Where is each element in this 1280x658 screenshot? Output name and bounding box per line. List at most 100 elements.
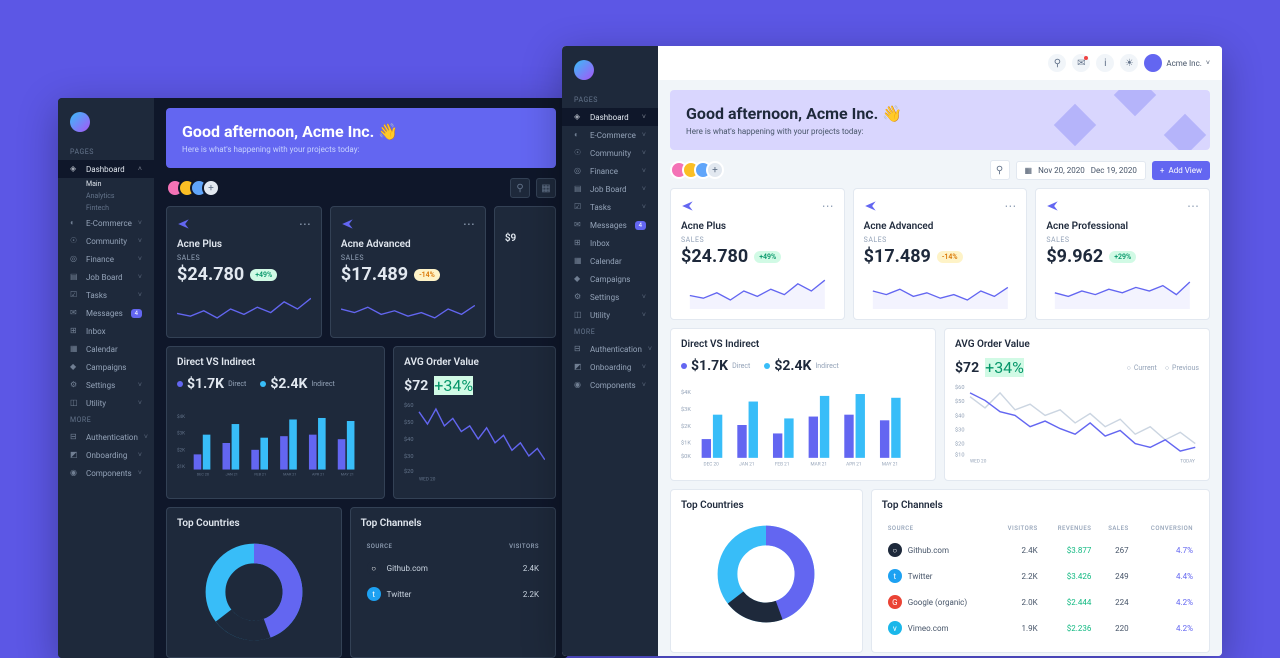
card-title: AVG Order Value [404,357,545,368]
sidebar-item-settings[interactable]: ⚙Settings˅ [562,288,658,306]
sidebar-item-finance[interactable]: ◎Finance˅ [562,162,658,180]
sidebar-item-components[interactable]: ◉Components˅ [58,464,154,482]
card-menu-icon[interactable]: ⋯ [299,217,311,231]
card-sub: Sales [1046,236,1199,244]
card-title: Acne Professional [1046,221,1199,232]
theme-toggle-icon[interactable]: ☀ [1120,54,1138,72]
sidebar-item-auth[interactable]: ⊟Authentication˅ [562,340,658,358]
main-content: Good afternoon, Acme Inc. 👋 Here is what… [154,98,568,658]
sidebar-item-onboarding[interactable]: ◩Onboarding˅ [58,446,154,464]
table-row[interactable]: ○Github.com2.4K [363,556,543,580]
svg-text:FEB 21: FEB 21 [254,472,266,477]
sidebar-item-dashboard[interactable]: ◈Dashboard˄ [58,160,154,178]
sidebar-item-utility[interactable]: ◫Utility˅ [58,394,154,412]
sidebar-item-inbox[interactable]: ⊞Inbox [58,322,154,340]
sidebar-heading: Pages [562,92,658,108]
svg-text:TODAY: TODAY [1180,458,1195,464]
sidebar-sub-analytics[interactable]: Analytics [58,190,154,202]
card-pct: +49% [250,269,277,281]
sidebar-item-messages[interactable]: ✉Messages4 [562,216,658,234]
github-icon: ○ [888,543,902,557]
card-title: Acne Plus [177,239,311,250]
search-icon[interactable]: ⚲ [1048,54,1066,72]
bar-chart: $4K$3K$2K$1K$0K DEC 20JAN 21FEB 21MAR 21… [681,380,925,470]
card-menu-icon[interactable]: ⋯ [1004,199,1016,213]
svg-text:MAR 21: MAR 21 [283,472,296,477]
svg-text:$3K: $3K [681,406,691,413]
sidebar-item-calendar[interactable]: ▦Calendar [562,252,658,270]
table-row[interactable]: vVimeo.com1.9K$2.2362204.2% [884,616,1197,640]
sidebar-item-campaigns[interactable]: ◆Campaigns [562,270,658,288]
sidebar-item-onboarding[interactable]: ◩Onboarding˅ [562,358,658,376]
svg-text:$1K: $1K [177,463,185,470]
date-range-picker[interactable]: ▦Nov 20, 2020Dec 19, 2020 [1016,161,1146,180]
sidebar-item-auth[interactable]: ⊟Authentication˅ [58,428,154,446]
sidebar-item-messages[interactable]: ✉Messages4 [58,304,154,322]
info-icon[interactable]: i [1096,54,1114,72]
sidebar-item-community[interactable]: ☉Community˅ [58,232,154,250]
avatar-icon [1144,54,1162,72]
svg-text:MAY 21: MAY 21 [341,472,354,477]
table-row[interactable]: ○Github.com2.4K$3.8772674.7% [884,538,1197,562]
sidebar-item-ecommerce[interactable]: ◐E-Commerce˅ [562,126,658,144]
channels-card: Top Channels SourceVisitors ○Github.com2… [350,507,556,658]
topbar: ⚲ ✉ i ☀ Acme Inc.˅ [658,46,1222,80]
sidebar-item-jobboard[interactable]: ▤Job Board˅ [58,268,154,286]
avatar-group[interactable]: + [166,179,220,197]
main-content: ⚲ ✉ i ☀ Acme Inc.˅ Good afternoon, Acme … [658,46,1222,656]
line-chart: $60$50$40$30$20$10 WED 20TODAY [955,377,1199,467]
stat-card-plus: ⋯ Acne Plus Sales $24.780+49% [670,188,845,320]
filter-icon[interactable]: ⚲ [990,160,1010,180]
sidebar-item-campaigns[interactable]: ◆Campaigns [58,358,154,376]
sidebar-item-components[interactable]: ◉Components˅ [562,376,658,394]
sidebar-item-settings[interactable]: ⚙Settings˅ [58,376,154,394]
sidebar-item-community[interactable]: ☉Community˅ [562,144,658,162]
logo-icon [574,60,594,80]
svg-text:APR 21: APR 21 [846,461,861,467]
logo-icon [70,112,90,132]
sidebar-item-ecommerce[interactable]: ◐E-Commerce˅ [58,214,154,232]
sidebar-item-tasks[interactable]: ☑Tasks˅ [58,286,154,304]
avg-pct: +34% [985,358,1024,377]
add-view-button[interactable]: +Add View [1152,161,1210,180]
avatar-group[interactable]: + [670,161,724,179]
svg-text:$20: $20 [404,468,413,475]
table-row[interactable]: GGoogle (organic)2.0K$2.4442244.2% [884,590,1197,614]
card-title: Acne Plus [681,221,834,232]
card-menu-icon[interactable]: ⋯ [822,199,834,213]
stat-card-advanced: ⋯ Acne Advanced Sales $17.489-14% [330,206,486,338]
arrow-icon [177,217,191,231]
sidebar-item-jobboard[interactable]: ▤Job Board˅ [562,180,658,198]
sidebar-item-tasks[interactable]: ☑Tasks˅ [562,198,658,216]
legend-previous[interactable]: ○ Previous [1165,364,1199,372]
sidebar-item-dashboard[interactable]: ◈Dashboard˅ [562,108,658,126]
filter-icon[interactable]: ⚲ [510,178,530,198]
sidebar-item-calendar[interactable]: ▦Calendar [58,340,154,358]
calendar-icon[interactable]: ▦ [536,178,556,198]
sparkline-chart [177,291,311,327]
legend-current[interactable]: ○ Current [1127,364,1157,372]
card-menu-icon[interactable]: ⋯ [463,217,475,231]
card-title: Top Channels [882,500,1199,511]
sidebar-item-inbox[interactable]: ⊞Inbox [562,234,658,252]
hero-title: Good afternoon, Acme Inc. 👋 [686,104,1194,123]
sparkline-chart [864,273,1017,309]
sparkline-chart [1046,273,1199,309]
chat-icon[interactable]: ✉ [1072,54,1090,72]
sidebar-sub-fintech[interactable]: Fintech [58,202,154,214]
user-menu[interactable]: Acme Inc.˅ [1144,54,1210,72]
card-sub: Sales [341,254,475,262]
svg-text:$40: $40 [404,436,413,443]
table-row[interactable]: tTwitter2.2K$3.4262494.4% [884,564,1197,588]
svg-text:$20: $20 [955,440,964,447]
card-title: Direct VS Indirect [681,339,925,350]
svg-text:DEC 20: DEC 20 [704,461,720,467]
card-menu-icon[interactable]: ⋯ [1187,199,1199,213]
direct-indirect-card: Direct VS Indirect $1.7KDirect $2.4KIndi… [670,328,936,481]
sidebar-item-utility[interactable]: ◫Utility˅ [562,306,658,324]
line-chart: $60$50$40$30$20 WED 20 [404,395,545,485]
sidebar-sub-main[interactable]: Main [58,178,154,190]
sidebar-item-finance[interactable]: ◎Finance˅ [58,250,154,268]
table-row[interactable]: tTwitter2.2K [363,582,543,606]
svg-text:MAY 21: MAY 21 [882,461,898,467]
